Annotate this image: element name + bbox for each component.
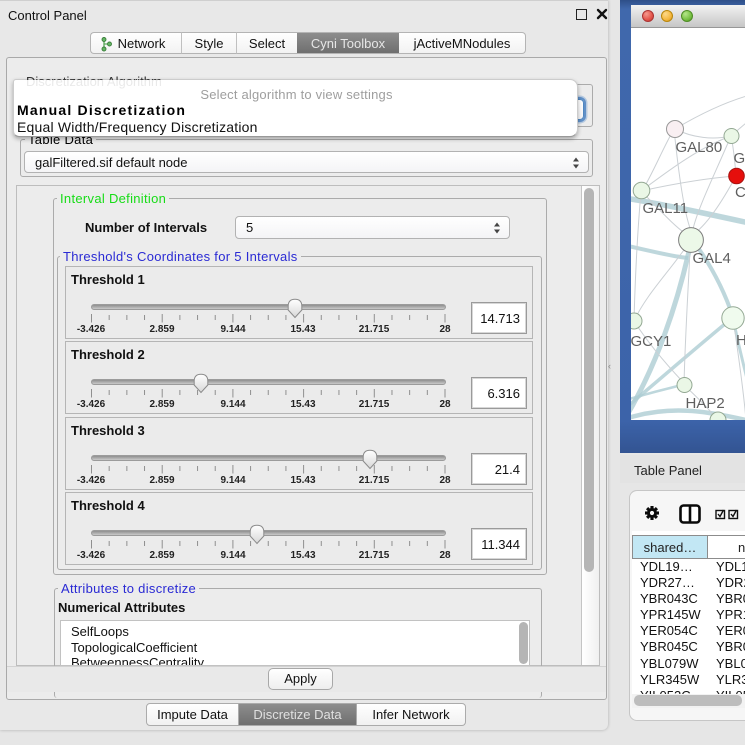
svg-text:C: C — [735, 184, 745, 201]
svg-text:GAL4: GAL4 — [693, 250, 731, 267]
svg-text:GAL80: GAL80 — [676, 139, 723, 156]
svg-text:HAP2: HAP2 — [686, 395, 725, 412]
svg-text:GCY1: GCY1 — [631, 333, 671, 350]
svg-text:GA: GA — [734, 150, 745, 167]
svg-text:H: H — [736, 332, 745, 349]
svg-text:GAL11: GAL11 — [643, 200, 689, 217]
